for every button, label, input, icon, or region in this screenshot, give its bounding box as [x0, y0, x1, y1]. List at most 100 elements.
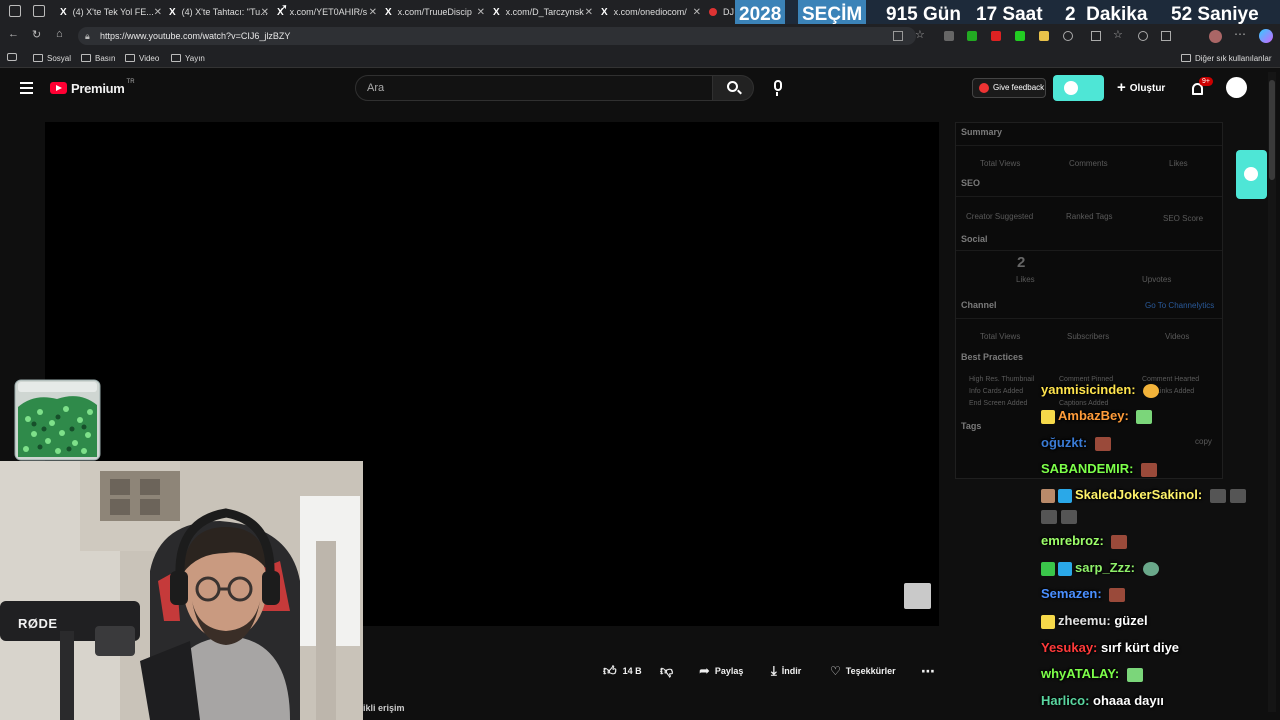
bookmark-label: Diğer sık kullanılanlar — [1195, 53, 1272, 63]
seo-heading: SEO — [961, 178, 981, 188]
reload-icon[interactable]: ↻ — [32, 28, 41, 41]
tab-actions-icon[interactable] — [33, 5, 45, 17]
microphone-icon[interactable] — [774, 80, 782, 91]
home-icon[interactable]: ⌂ — [56, 28, 63, 40]
bookmark-folder[interactable]: Basın — [81, 51, 115, 65]
profile-avatar[interactable] — [1209, 30, 1222, 43]
download-button[interactable]: ⤓ İndir — [771, 663, 801, 679]
address-bar[interactable]: 🔒︎ https://www.youtube.com/watch?v=CIJ6_… — [78, 27, 916, 45]
extension-icon[interactable] — [1039, 31, 1049, 41]
workspaces-icon[interactable] — [9, 5, 21, 17]
thanks-button[interactable]: ♡ Teşekkürler — [830, 663, 896, 679]
chat-username: oğuzkt: — [1041, 435, 1088, 450]
x-logo-icon: X — [601, 6, 608, 18]
extension-icon[interactable] — [1138, 31, 1148, 41]
best-practice-item: End Screen Added — [969, 400, 1028, 407]
folder-icon — [171, 54, 181, 62]
account-avatar[interactable] — [1226, 77, 1247, 98]
chat-message: SABANDEMIR: — [1041, 460, 1158, 478]
bookmark-folder[interactable]: Sosyal — [33, 51, 71, 65]
microphone-brand-label: RØDE — [18, 616, 58, 631]
extension-icon[interactable] — [1015, 31, 1025, 41]
social-likes-value: 2 — [1017, 254, 1026, 271]
browser-tab[interactable]: X (4) X'te Tek Yol FE... ✕ — [60, 2, 162, 22]
close-tab-icon[interactable]: ✕ — [261, 7, 269, 18]
split-screen-icon[interactable] — [1091, 31, 1101, 41]
youtube-logo[interactable]: Premium TR — [50, 79, 135, 97]
tab-title: DJ — [723, 7, 734, 17]
browser-tab[interactable]: X x.com/onediocom/ ✕ — [601, 2, 701, 22]
more-options-icon[interactable]: ⋯ — [1234, 27, 1246, 41]
more-actions-icon[interactable]: ⋯ — [921, 663, 935, 679]
tab-title: x.com/TruueDiscip — [397, 7, 472, 17]
extension-side-tab[interactable] — [1236, 150, 1267, 199]
reading-list-icon[interactable] — [7, 53, 17, 61]
chat-message: sarp_Zzz: — [1041, 559, 1159, 577]
chat-username: yanmisicinden: — [1041, 382, 1136, 397]
favorite-star-icon[interactable]: ☆ — [915, 28, 925, 41]
dislike-button[interactable]: 👎︎ — [660, 663, 673, 679]
extension-icon[interactable] — [967, 31, 977, 41]
search-input[interactable]: Ara — [355, 75, 713, 101]
scrollbar-thumb[interactable] — [1269, 80, 1275, 180]
close-tab-icon[interactable]: ✕ — [693, 7, 701, 18]
close-tab-icon[interactable]: ✕ — [369, 7, 377, 18]
emote-icon — [1142, 561, 1159, 576]
share-button[interactable]: ➦ Paylaş — [699, 663, 743, 679]
copy-tags-button[interactable]: copy — [1195, 437, 1212, 446]
tab-title: (4) X'te Tek Yol FE... — [72, 7, 154, 17]
close-tab-icon[interactable]: ✕ — [154, 7, 162, 18]
chat-username: Harlico: — [1041, 693, 1090, 708]
extension-icon[interactable] — [991, 31, 1001, 41]
bookmarks-bar: Sosyal Basın Video Yayın Diğer sık kulla… — [0, 48, 1280, 68]
bookmark-label: Basın — [95, 53, 116, 63]
bookmark-folder[interactable]: Yayın — [171, 51, 205, 65]
favorites-icon[interactable]: ☆ — [1113, 28, 1123, 41]
emote-icon — [1109, 587, 1126, 602]
channel-label: Total Views — [980, 332, 1021, 341]
back-icon[interactable]: ← — [8, 28, 19, 40]
chat-text: güzel — [1114, 613, 1148, 628]
mouse-cursor-icon: ➚ — [278, 1, 289, 15]
browser-tab[interactable]: X x.com/YET0AHIR/s ✕ — [277, 2, 377, 22]
folder-icon — [125, 54, 135, 62]
extension-toggle-button[interactable] — [1053, 75, 1104, 101]
collections-icon[interactable] — [1161, 31, 1171, 41]
thanks-label: Teşekkürler — [845, 666, 896, 676]
browser-tab[interactable]: X x.com/TruueDiscip ✕ — [385, 2, 485, 22]
chat-message: oğuzkt: — [1041, 434, 1111, 452]
browser-tab[interactable]: X (4) X'te Tahtacı: "Tu... ✕ — [169, 2, 269, 22]
give-feedback-button[interactable]: Give feedback — [972, 78, 1046, 98]
chat-message-continued — [1041, 507, 1077, 525]
emote-icon — [1229, 488, 1246, 503]
social-heading: Social — [961, 234, 988, 244]
close-tab-icon[interactable]: ✕ — [585, 7, 593, 18]
chat-username: zheemu: — [1058, 613, 1111, 628]
thumbs-down-icon: 👎︎ — [660, 663, 674, 678]
channel-link[interactable]: Go To Channelytics — [1145, 301, 1214, 310]
social-likes-label: Likes — [1016, 275, 1035, 284]
chat-username: sarp_Zzz: — [1075, 560, 1135, 575]
read-mode-icon[interactable] — [893, 31, 903, 41]
other-bookmarks[interactable]: Diğer sık kullanılanlar — [1181, 51, 1271, 65]
hamburger-menu-icon[interactable] — [20, 82, 33, 94]
channel-label: Subscribers — [1067, 332, 1110, 341]
browser-tab[interactable]: X x.com/D_Tarczynsk ✕ — [493, 2, 593, 22]
url-text: https://www.youtube.com/watch?v=CIJ6_jlz… — [100, 31, 291, 41]
video-overlay-icon[interactable] — [904, 583, 931, 609]
search-button[interactable] — [712, 75, 754, 101]
badge-icon — [1041, 561, 1055, 576]
create-button[interactable]: + Oluştur — [1117, 79, 1165, 97]
bookmark-folder[interactable]: Video — [125, 51, 159, 65]
close-tab-icon[interactable]: ✕ — [477, 7, 485, 18]
extension-icon[interactable] — [944, 31, 954, 41]
like-button[interactable]: 👍︎ 14 B — [603, 663, 642, 679]
copilot-icon[interactable] — [1259, 29, 1273, 43]
extension-icon[interactable] — [1063, 31, 1073, 41]
create-label: Oluştur — [1129, 83, 1166, 94]
youtube-country-code: TR — [126, 79, 135, 85]
jar-widget — [14, 379, 101, 461]
notifications-button[interactable]: 9+ — [1190, 77, 1213, 98]
thanks-icon: ♡ — [830, 664, 841, 678]
bookmark-label: Yayın — [185, 53, 205, 63]
